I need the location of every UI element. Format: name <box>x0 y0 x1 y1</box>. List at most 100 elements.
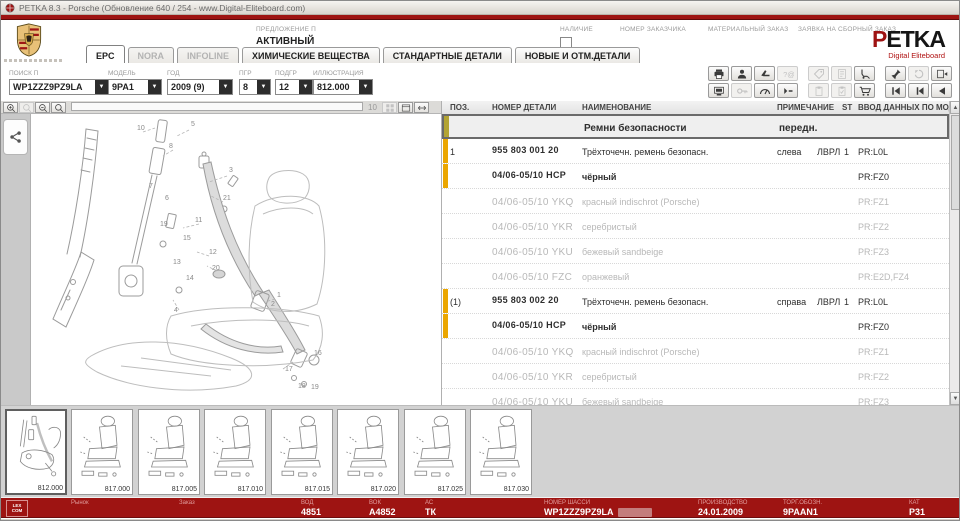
table-row[interactable]: 04/06-05/10 YKUбежевый sandbeigePR:FZ3 <box>442 389 949 405</box>
diagram-callout: 8 <box>169 143 173 150</box>
cell-pr: PR:FZ1 <box>858 347 889 357</box>
table-row[interactable]: 04/06-05/10 YKQкрасный indischrot (Porsc… <box>442 189 949 214</box>
cell-pr: PR:FZ1 <box>858 197 889 207</box>
cell-pos: 1 <box>450 147 455 157</box>
pin-button[interactable] <box>885 66 906 81</box>
tab-nora: NORA <box>128 47 175 64</box>
table-row[interactable]: 04/06-05/10 FZCоранжевыйPR:E2D,FZ4 <box>442 264 949 289</box>
share-button[interactable] <box>3 119 28 155</box>
thumbnail-817.020[interactable]: 817.020 <box>337 409 399 495</box>
lexcom-logo: LEX COM <box>6 500 28 517</box>
zoom-slider-track[interactable] <box>71 102 363 111</box>
svg-text:?@: ?@ <box>783 70 794 79</box>
filter-group-dropdown-button[interactable]: ▼ <box>257 80 270 94</box>
nav-prev-icon <box>913 85 925 97</box>
thumbnail-817.015[interactable]: 817.015 <box>271 409 333 495</box>
cell-name: Трёхточечн. ремень безопасн. <box>582 147 708 157</box>
cell-name: Трёхточечн. ремень безопасн. <box>582 297 708 307</box>
page-forward-icon <box>936 68 948 80</box>
table-row[interactable]: Ремни безопасностипередн. <box>442 114 949 139</box>
status-field-vod-label: ВОД <box>301 500 321 506</box>
thumbnail-817.010[interactable]: 817.010 <box>204 409 266 495</box>
page-forward-button[interactable] <box>931 66 952 81</box>
scroll-thumb[interactable] <box>951 115 960 210</box>
monitor-button[interactable] <box>708 83 729 98</box>
tab-new-removed-parts[interactable]: НОВЫЕ И ОТМ.ДЕТАЛИ <box>515 47 641 64</box>
diagram-callout: 19 <box>160 221 168 228</box>
print-button[interactable] <box>708 66 729 81</box>
window-titlebar[interactable]: PETKA 8.3 - Porsche (Обновление 640 / 25… <box>1 1 959 15</box>
filter-group: ПГР8▼ <box>239 70 271 95</box>
filter-subgroup-dropdown-button[interactable]: ▼ <box>299 80 312 94</box>
tab-infoline: INFOLINE <box>177 47 239 64</box>
zoom-minus-button[interactable] <box>35 102 50 113</box>
offer-label: ПРЕДЛОЖЕНИЕ П <box>256 26 316 33</box>
diagram-callout: 6 <box>165 195 169 202</box>
user-button[interactable] <box>731 66 752 81</box>
table-row[interactable]: 04/06-05/10 YKUбежевый sandbeigePR:FZ3 <box>442 239 949 264</box>
thumbnail-817.025[interactable]: 817.025 <box>404 409 466 495</box>
table-row[interactable]: 04/06-05/10 YKRсеребристыйPR:FZ2 <box>442 214 949 239</box>
diagram-callout: 20 <box>212 265 220 272</box>
thumbnail-817.000[interactable]: 817.000 <box>71 409 133 495</box>
table-row[interactable]: 04/06-05/10 HCPчёрныйPR:FZ0 <box>442 164 949 189</box>
filter-search-input[interactable]: WP1ZZZ9PZ9LA <box>10 80 95 94</box>
seat-order-button[interactable] <box>854 66 875 81</box>
table-scrollbar[interactable]: ▲ ▼ <box>949 101 960 405</box>
tab-epc[interactable]: EPC <box>86 45 125 64</box>
filter-year-dropdown-button[interactable]: ▼ <box>219 80 232 94</box>
filter-group-input[interactable]: 8 <box>240 80 257 94</box>
window-button[interactable] <box>398 102 413 113</box>
cell-part-number: 04/06-05/10 HCP <box>492 320 566 330</box>
filter-subgroup-label: ПОДГР <box>275 70 313 77</box>
tab-standard-parts[interactable]: СТАНДАРТНЫЕ ДЕТАЛИ <box>383 47 512 64</box>
petka-logo-p: P <box>872 26 886 52</box>
tab-chemicals[interactable]: ХИМИЧЕСКИЕ ВЕЩЕСТВА <box>242 47 380 64</box>
table-row[interactable]: (1)955 803 002 20Трёхточечн. ремень безо… <box>442 289 949 314</box>
filter-illustration-dropdown-button[interactable]: ▼ <box>359 80 372 94</box>
nav-prev-button[interactable] <box>908 83 929 98</box>
filter-illustration-input[interactable]: 812.000 <box>314 80 359 94</box>
scroll-down-button[interactable]: ▼ <box>950 392 960 405</box>
cell-pr: PR:FZ3 <box>858 397 889 405</box>
status-field-catalog: КАТP31 <box>909 500 925 517</box>
fit-width-button[interactable] <box>414 102 429 113</box>
magnifier-icon <box>54 103 64 113</box>
cell-name: оранжевый <box>582 272 629 282</box>
filter-model-dropdown-button[interactable]: ▼ <box>148 80 161 94</box>
cart-button[interactable] <box>854 83 875 98</box>
table-row[interactable]: 1955 803 001 20Трёхточечн. ремень безопа… <box>442 139 949 164</box>
scroll-up-button[interactable]: ▲ <box>950 101 960 114</box>
status-field-chassis-number-value: WP1ZZZ9PZ9LA <box>544 507 652 517</box>
filter-search: ПОИСК П WP1ZZZ9PZ9LA▼ <box>9 70 109 95</box>
filter-year-input[interactable]: 2009 (9) <box>168 80 219 94</box>
table-row[interactable]: 04/06-05/10 YKRсеребристыйPR:FZ2 <box>442 364 949 389</box>
help-button: ?@ <box>777 66 798 81</box>
hand-button[interactable] <box>754 66 775 81</box>
nav-first-button[interactable] <box>885 83 906 98</box>
nav-first-icon <box>890 85 902 97</box>
cell-part-number: 04/06-05/10 YKR <box>492 222 573 233</box>
magnifier-button[interactable] <box>51 102 66 113</box>
thumbnail-817.030[interactable]: 817.030 <box>470 409 532 495</box>
gauge-button[interactable] <box>754 83 775 98</box>
thumbnail-812.000[interactable]: 812.000 <box>5 409 67 495</box>
table-row[interactable]: 04/06-05/10 YKQкрасный indischrot (Porsc… <box>442 339 949 364</box>
status-field-production-date: ПРОИЗВОДСТВО24.01.2009 <box>698 500 747 517</box>
thumbnail-817.005[interactable]: 817.005 <box>138 409 200 495</box>
filter-subgroup-input[interactable]: 12 <box>276 80 299 94</box>
filter-model-input[interactable]: 9PA1 <box>109 80 148 94</box>
illustration-panel[interactable]: 1058372161119151213201441216171819 <box>31 114 441 405</box>
table-row[interactable]: 04/06-05/10 HCPчёрныйPR:FZ0 <box>442 314 949 339</box>
nav-back-button[interactable] <box>931 83 952 98</box>
document-icon <box>836 68 848 80</box>
petka-logo-etka: ETKA <box>886 26 945 52</box>
expand-list-button[interactable] <box>777 83 798 98</box>
filter-search-label: ПОИСК П <box>9 70 109 77</box>
clipboard-check-icon <box>836 85 848 97</box>
zoom-in-button[interactable] <box>3 102 18 113</box>
illustration-toolbar: 10 <box>1 101 441 114</box>
filter-search-dropdown-button[interactable]: ▼ <box>95 80 108 94</box>
toolbar: ?@ <box>706 66 952 100</box>
cell-part-number: 04/06-05/10 HCP <box>492 170 566 180</box>
